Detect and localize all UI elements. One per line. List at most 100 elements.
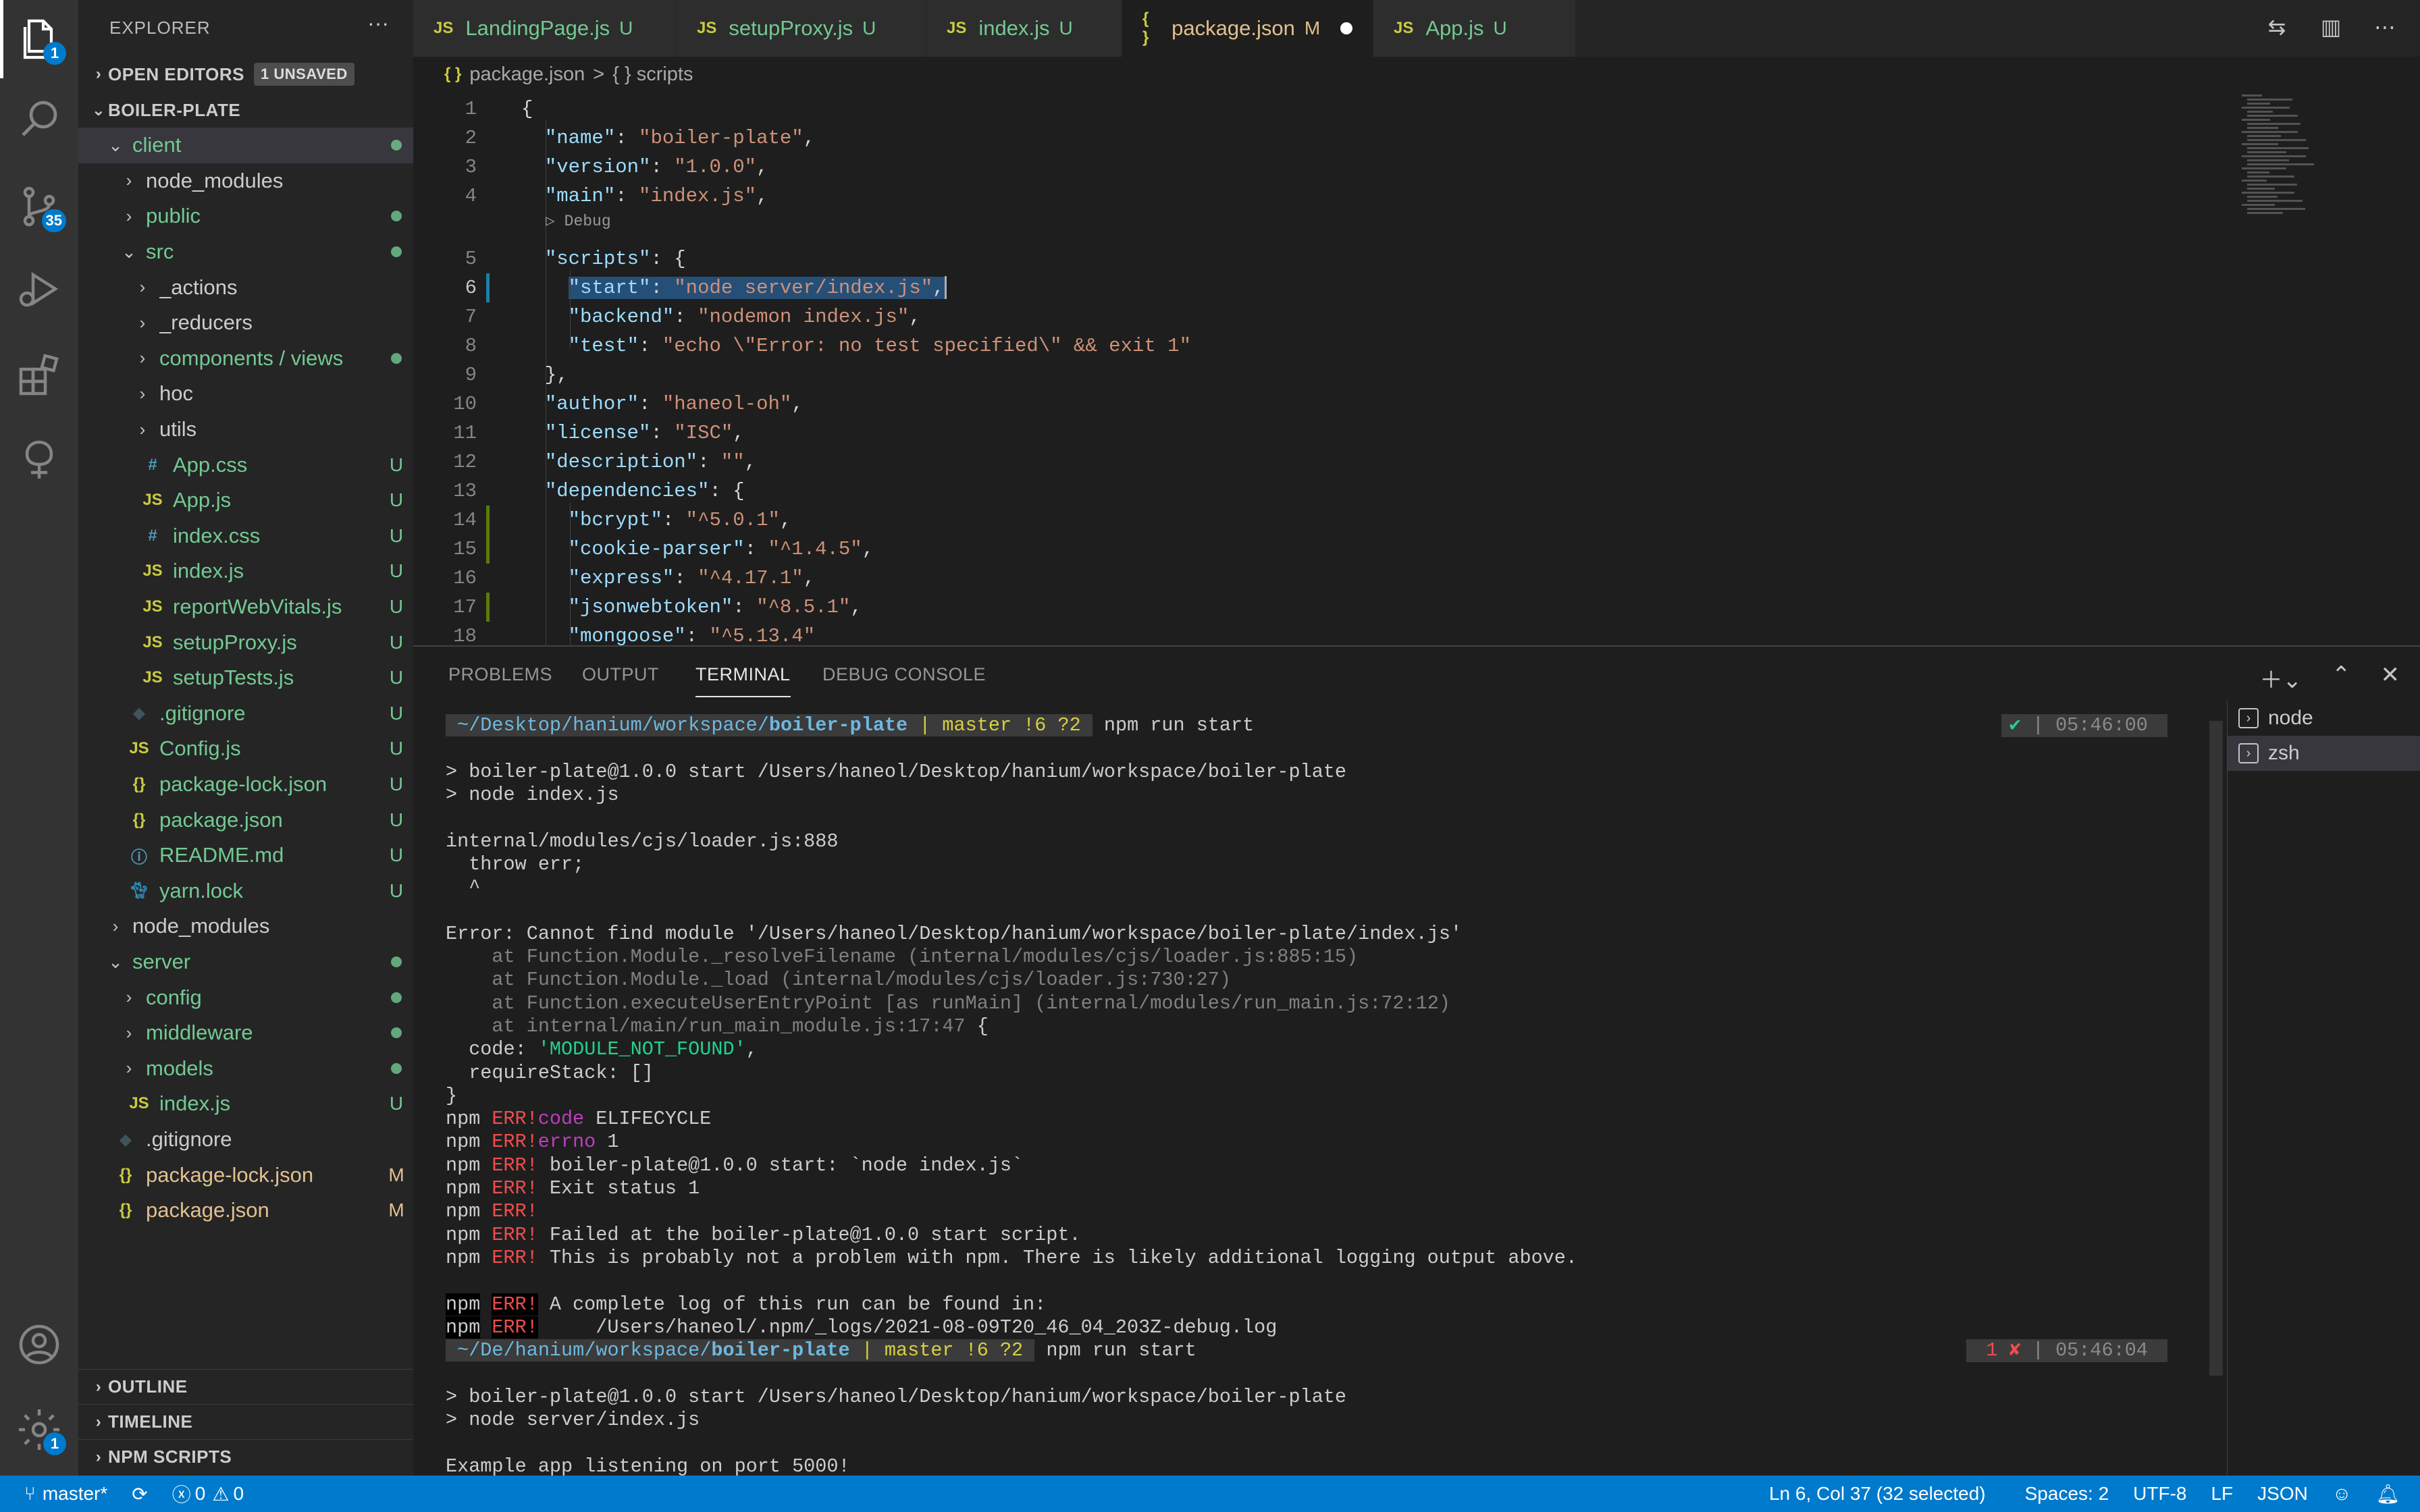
run-debug-icon[interactable] bbox=[15, 265, 63, 313]
tree-item[interactable]: {} package-lock.json U bbox=[78, 767, 413, 803]
more-actions-icon[interactable]: ··· bbox=[367, 11, 389, 36]
extensions-icon[interactable] bbox=[15, 351, 63, 400]
terminal-scrollbar[interactable] bbox=[2209, 721, 2223, 1376]
language-mode[interactable]: JSON bbox=[2245, 1476, 2320, 1512]
tree-item[interactable]: {} package.json U bbox=[78, 802, 413, 838]
tree-item[interactable]: › node_modules bbox=[78, 163, 413, 199]
stack-trace: at internal/main/run_main_module.js:17:4… bbox=[446, 1015, 966, 1037]
end-of-line[interactable]: LF bbox=[2199, 1476, 2245, 1512]
tree-item[interactable]: JS App.js U bbox=[78, 483, 413, 518]
notifications-icon[interactable]: 🔔︎ bbox=[2363, 1476, 2420, 1512]
tree-item[interactable]: › _reducers bbox=[78, 305, 413, 341]
tree-item[interactable]: ⌄ server bbox=[78, 944, 413, 980]
tree-item[interactable]: ◆ .gitignore bbox=[78, 1122, 413, 1158]
npm-scripts-section[interactable]: › NPM SCRIPTS bbox=[78, 1439, 413, 1474]
terminal-instance[interactable]: › zsh bbox=[2228, 736, 2420, 771]
tree-item[interactable]: ⓘ README.md U bbox=[78, 838, 413, 873]
tab-setupproxy-js[interactable]: JS setupProxy.js U bbox=[677, 0, 926, 57]
encoding[interactable]: UTF-8 bbox=[2121, 1476, 2199, 1512]
minimap[interactable] bbox=[2238, 92, 2400, 644]
tree-item[interactable]: › utils bbox=[78, 412, 413, 448]
tree-item[interactable]: ◆ .gitignore U bbox=[78, 696, 413, 732]
tree-item[interactable]: {} package.json M bbox=[78, 1193, 413, 1228]
tree-item[interactable]: ⌄ client bbox=[78, 128, 413, 163]
panel-tab-terminal[interactable]: TERMINAL bbox=[695, 664, 791, 697]
remote-explorer-icon[interactable] bbox=[15, 436, 63, 485]
timeline-section[interactable]: › TIMELINE bbox=[78, 1404, 413, 1439]
more-icon[interactable]: ⋯ bbox=[2370, 12, 2400, 42]
tab-app-js[interactable]: JS App.js U bbox=[1373, 0, 1576, 57]
explorer-icon[interactable]: 1 bbox=[15, 15, 66, 65]
breadcrumb-symbol[interactable]: { } scripts bbox=[612, 63, 693, 86]
unsaved-dot-icon[interactable] bbox=[1340, 22, 1352, 34]
code-line[interactable]: 8 "test": "echo \"Error: no test specifi… bbox=[413, 331, 2420, 360]
new-terminal-icon[interactable]: ＋⌄ bbox=[2260, 662, 2303, 695]
tree-item[interactable]: › hoc bbox=[78, 376, 413, 412]
tree-item[interactable]: ⌄ src bbox=[78, 234, 413, 270]
open-changes-icon[interactable]: ⇆ bbox=[2262, 12, 2292, 42]
tree-item[interactable]: # App.css U bbox=[78, 447, 413, 483]
split-editor-icon[interactable]: ▥ bbox=[2316, 12, 2346, 42]
branch-indicator[interactable]: ⑂ master* bbox=[0, 1476, 120, 1512]
accounts-icon[interactable] bbox=[15, 1320, 63, 1369]
tree-item[interactable]: › node_modules bbox=[78, 909, 413, 944]
feedback-icon[interactable]: ☺ bbox=[2320, 1476, 2364, 1512]
sync-button[interactable]: ⟳ bbox=[120, 1476, 159, 1512]
source-control-icon[interactable]: 35 bbox=[15, 182, 66, 232]
settings-gear-icon[interactable]: 1 bbox=[15, 1405, 66, 1455]
tree-item[interactable]: 🐈︎ yarn.lock U bbox=[78, 873, 413, 909]
cursor-position[interactable]: Ln 6, Col 37 (32 selected) bbox=[1757, 1476, 1998, 1512]
code-line[interactable]: 14 "bcrypt": "^5.0.1", bbox=[413, 506, 2420, 535]
debug-code-lens[interactable]: ▷ Debug bbox=[546, 212, 611, 230]
tree-item[interactable]: JS setupProxy.js U bbox=[78, 624, 413, 660]
code-line[interactable]: 6 "start": "node server/index.js", bbox=[413, 273, 2420, 302]
code-line[interactable]: 3 "version": "1.0.0", bbox=[413, 153, 2420, 182]
tab-package-json[interactable]: { } package.json M bbox=[1122, 0, 1373, 57]
tree-item[interactable]: {} package-lock.json M bbox=[78, 1157, 413, 1193]
terminal-line: at Function.executeUserEntryPoint [as ru… bbox=[446, 992, 2188, 1015]
code-line[interactable]: 13 "dependencies": { bbox=[413, 477, 2420, 506]
panel-tab-output[interactable]: OUTPUT bbox=[582, 664, 659, 685]
breadcrumb-file[interactable]: package.json bbox=[469, 63, 585, 86]
code-line[interactable]: 4 "main": "index.js", bbox=[413, 182, 2420, 211]
code-line[interactable]: 2 "name": "boiler-plate", bbox=[413, 124, 2420, 153]
code-line[interactable]: 5 "scripts": { bbox=[413, 244, 2420, 273]
tree-item[interactable]: › components / views bbox=[78, 341, 413, 377]
indentation[interactable]: Spaces: 2 bbox=[1998, 1476, 2122, 1512]
exit-status: ✔ bbox=[2009, 714, 2021, 736]
terminal-output[interactable]: ~/Desktop/hanium/workspace/boiler-plate … bbox=[446, 714, 2188, 1478]
code-line[interactable]: 1{ bbox=[413, 94, 2420, 124]
terminal-instance[interactable]: › node bbox=[2228, 701, 2420, 736]
tree-item[interactable]: › config bbox=[78, 979, 413, 1015]
outline-section[interactable]: › OUTLINE bbox=[78, 1369, 413, 1404]
tab-index-js[interactable]: JS index.js U bbox=[926, 0, 1122, 57]
tree-item[interactable]: # index.css U bbox=[78, 518, 413, 554]
search-icon[interactable] bbox=[15, 94, 63, 143]
tree-item[interactable]: JS index.js U bbox=[78, 554, 413, 589]
code-editor[interactable]: 1{2 "name": "boiler-plate", 3 "version": … bbox=[413, 92, 2420, 648]
code-line[interactable]: 9 }, bbox=[413, 360, 2420, 389]
tree-item[interactable]: › public bbox=[78, 198, 413, 234]
panel-tab-problems[interactable]: PROBLEMS bbox=[448, 664, 552, 685]
tree-item[interactable]: JS index.js U bbox=[78, 1086, 413, 1122]
code-line[interactable]: 16 "express": "^4.17.1", bbox=[413, 564, 2420, 593]
close-panel-icon[interactable]: ✕ bbox=[2381, 662, 2400, 695]
tab-landingpage-js[interactable]: JS LandingPage.js U bbox=[413, 0, 677, 57]
panel-tab-debug-console[interactable]: DEBUG CONSOLE bbox=[822, 664, 986, 685]
maximize-panel-icon[interactable]: ⌃ bbox=[2332, 662, 2351, 695]
tree-item[interactable]: › middleware bbox=[78, 1015, 413, 1051]
code-line[interactable]: 17 "jsonwebtoken": "^8.5.1", bbox=[413, 593, 2420, 622]
problems-indicator[interactable]: ⓧ 0 ⚠ 0 bbox=[160, 1476, 256, 1512]
code-line[interactable]: 15 "cookie-parser": "^1.4.5", bbox=[413, 535, 2420, 564]
tree-item[interactable]: JS Config.js U bbox=[78, 731, 413, 767]
tree-item[interactable]: › models bbox=[78, 1051, 413, 1087]
tree-item[interactable]: JS setupTests.js U bbox=[78, 660, 413, 696]
project-section[interactable]: ⌄ BOILER-PLATE bbox=[78, 92, 413, 128]
tree-item[interactable]: › _actions bbox=[78, 269, 413, 305]
open-editors-section[interactable]: › OPEN EDITORS 1 UNSAVED bbox=[78, 57, 413, 92]
code-line[interactable]: 7 "backend": "nodemon index.js", bbox=[413, 302, 2420, 331]
code-line[interactable]: 10 "author": "haneol-oh", bbox=[413, 389, 2420, 418]
code-line[interactable]: 12 "description": "", bbox=[413, 448, 2420, 477]
code-line[interactable]: 11 "license": "ISC", bbox=[413, 418, 2420, 448]
tree-item[interactable]: JS reportWebVitals.js U bbox=[78, 589, 413, 625]
